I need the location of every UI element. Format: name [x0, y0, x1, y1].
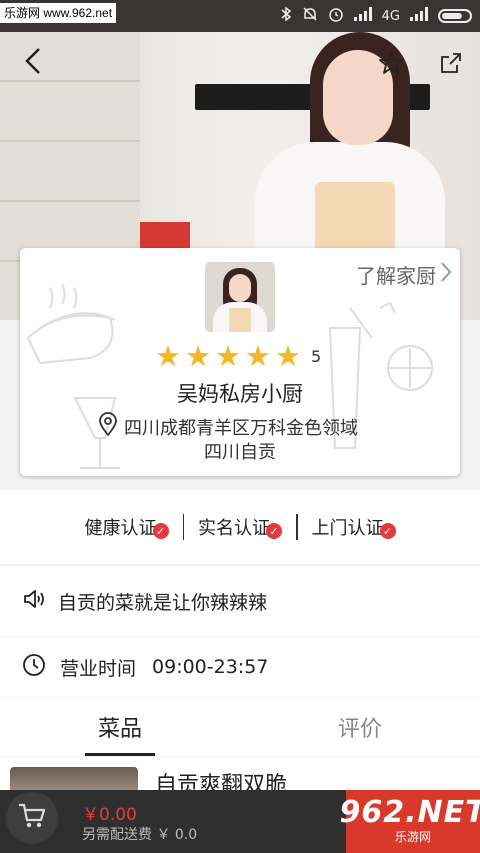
- share-icon: [439, 51, 463, 79]
- alarm-icon: [328, 6, 344, 26]
- site-logo-text: 962.NET: [339, 795, 480, 830]
- address-row: 四川成都青羊区万科金色领域: [98, 412, 358, 441]
- status-bar: 乐游网 www.962.net 4G: [0, 0, 480, 32]
- check-badge-icon: ✓: [266, 523, 282, 539]
- status-icons: 4G: [280, 6, 472, 26]
- cert-homevisit-label: 上门认证: [311, 518, 384, 539]
- business-hours-row: 营业时间 09:00-23:57: [0, 637, 480, 697]
- cert-health: 健康认证 ✓: [71, 514, 183, 540]
- star-icon: ★: [185, 339, 211, 373]
- learn-more-link[interactable]: 了解家厨: [356, 260, 452, 289]
- address-text: 四川成都青羊区万科金色领域: [124, 417, 358, 439]
- bluetooth-icon: [280, 6, 292, 26]
- rating-value: 5: [311, 346, 322, 366]
- notice-row: 自贡的菜就是让你辣辣辣: [0, 566, 480, 636]
- cert-health-label: 健康认证: [84, 518, 157, 539]
- speaker-icon: [22, 587, 46, 616]
- favorite-button[interactable]: [374, 48, 408, 82]
- cert-homevisit: 上门认证 ✓: [298, 514, 410, 540]
- chevron-right-icon: [440, 261, 452, 288]
- star-icon: ★: [275, 339, 301, 373]
- delivery-fee: 另需配送费 ￥ 0.0: [82, 827, 198, 843]
- cert-realname: 实名认证 ✓: [184, 514, 296, 540]
- back-button[interactable]: [16, 46, 50, 80]
- star-icon: ★: [215, 339, 241, 373]
- kitchen-name: 吴妈私房小厨: [177, 382, 303, 406]
- tab-dishes[interactable]: 菜品: [0, 698, 240, 756]
- mute-icon: [302, 6, 318, 26]
- share-button[interactable]: [434, 48, 468, 82]
- learn-more-label: 了解家厨: [356, 264, 436, 288]
- certification-row: 健康认证 ✓ 实名认证 ✓ 上门认证 ✓: [0, 490, 480, 564]
- site-logo: 962.NET 乐游网: [339, 790, 480, 853]
- clock-icon: [22, 653, 46, 682]
- chef-avatar[interactable]: [205, 262, 275, 332]
- hours-value: 09:00-23:57: [152, 656, 269, 678]
- star-icon: ★: [245, 339, 271, 373]
- tab-reviews[interactable]: 评价: [240, 698, 480, 756]
- hours-label: 营业时间: [60, 657, 137, 680]
- cart-bar: ￥0.00 另需配送费 ￥ 0.0 962.NET 乐游网: [0, 790, 480, 853]
- rating-stars: ★ ★ ★ ★ ★ 5: [155, 341, 321, 371]
- location-pin-icon: [98, 412, 118, 441]
- cart-button[interactable]: [6, 792, 58, 844]
- cert-realname-label: 实名认证: [198, 518, 270, 539]
- signal-icon: [353, 7, 372, 25]
- chevron-left-icon: [23, 46, 43, 80]
- signal-icon-2: [410, 7, 428, 25]
- kitchen-info-card: 了解家厨 ★ ★ ★ ★ ★ 5 吴妈私房小厨 四川成都青羊区万科金色领域 四川…: [20, 248, 460, 476]
- watermark-label: 乐游网 www.962.net: [0, 3, 117, 23]
- battery-icon: [438, 9, 472, 23]
- site-logo-subtext: 乐游网: [394, 830, 431, 844]
- star-icon: ★: [155, 339, 181, 373]
- check-badge-icon: ✓: [152, 523, 169, 539]
- address-region: 四川自贡: [204, 442, 276, 463]
- shopping-cart-icon: [17, 802, 47, 834]
- check-badge-icon: ✓: [379, 523, 396, 539]
- content-tabs: 菜品 评价: [0, 698, 480, 756]
- cart-total: ￥0.00: [82, 805, 137, 825]
- star-outline-icon: [378, 50, 404, 80]
- network-type: 4G: [381, 8, 400, 24]
- notice-text: 自贡的菜就是让你辣辣辣: [58, 591, 268, 614]
